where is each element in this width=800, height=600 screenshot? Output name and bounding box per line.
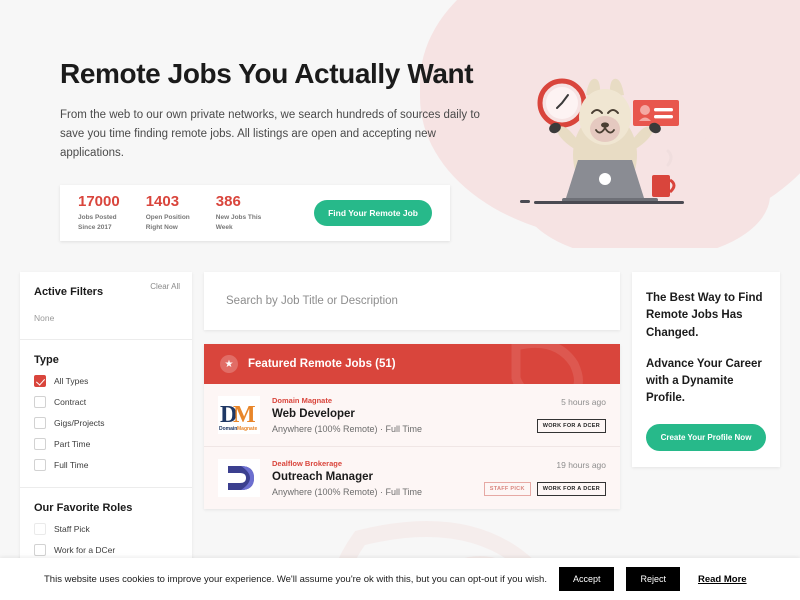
svg-text:M: M <box>233 402 256 428</box>
job-meta: Anywhere (100% Remote) · Full Time <box>272 487 423 497</box>
job-company: Dealflow Brokerage <box>272 459 343 468</box>
filter-label: Gigs/Projects <box>54 418 105 428</box>
status-badge: WORK FOR A DCER <box>536 482 606 496</box>
job-badges: STAFF PICK WORK FOR A DCER <box>483 482 606 496</box>
stat-label-line1: Open Position <box>145 214 190 222</box>
dealflow-brokerage-logo <box>218 459 260 497</box>
active-filters-section: Clear All Active Filters None <box>20 272 192 340</box>
filter-label: Contract <box>54 397 87 407</box>
checkbox-icon[interactable] <box>34 523 46 535</box>
profile-card-icon <box>633 100 679 126</box>
filters-sidebar: Clear All Active Filters None Type All T… <box>20 272 192 572</box>
reject-button[interactable]: Reject <box>626 567 680 591</box>
stat-number: 386 <box>215 192 241 210</box>
job-posted-time: 19 hours ago <box>556 460 606 470</box>
domain-magnate-logo: D M Domain Magnate <box>218 396 260 434</box>
status-badge: STAFF PICK <box>483 482 531 496</box>
page-root: Remote Jobs You Actually Want From the w… <box>0 0 800 600</box>
job-side-info: 19 hours ago STAFF PICK WORK FOR A DCER <box>476 460 606 496</box>
type-filter-title: Type <box>34 354 59 366</box>
filter-option-gigs-projects[interactable]: Gigs/Projects <box>34 417 178 429</box>
hero-subtitle: From the web to our own private networks… <box>60 109 480 160</box>
promo-panel: The Best Way to Find Remote Jobs Has Cha… <box>632 272 780 467</box>
filter-option-contract[interactable]: Contract <box>34 396 178 408</box>
stat-label-line2: Right Now <box>145 223 178 231</box>
svg-text:Magnate: Magnate <box>237 426 258 432</box>
featured-jobs-panel: ★ Featured Remote Jobs (51) D M Domain M… <box>204 344 620 509</box>
accept-button[interactable]: Accept <box>558 567 615 591</box>
main-content: Clear All Active Filters None Type All T… <box>0 248 800 600</box>
job-title: Outreach Manager <box>272 471 373 483</box>
stat-label-line1: New Jobs This <box>215 214 262 222</box>
job-results-column: ★ Featured Remote Jobs (51) D M <box>204 272 620 572</box>
hero-content: Remote Jobs You Actually Want From the w… <box>0 0 500 242</box>
hero-section: Remote Jobs You Actually Want From the w… <box>0 0 800 248</box>
stat-number: 17000 <box>78 192 120 210</box>
star-icon: ★ <box>220 355 238 373</box>
stat-new-jobs: 386 New Jobs This Week <box>215 192 262 232</box>
type-filter-section: Type All Types Contract Gigs/Projects Pa… <box>20 340 192 488</box>
checkbox-icon[interactable] <box>34 438 46 450</box>
clear-all-link[interactable]: Clear All <box>150 282 180 291</box>
featured-jobs-heading: Featured Remote Jobs (51) <box>248 358 396 370</box>
filter-label: Staff Pick <box>54 524 90 534</box>
filter-option-work-for-a-dcer[interactable]: Work for a DCer <box>34 544 178 556</box>
stat-number: 1403 <box>145 192 180 210</box>
stat-label: Jobs Posted Since 2017 <box>78 213 120 232</box>
filter-option-full-time[interactable]: Full Time <box>34 459 178 471</box>
filter-option-part-time[interactable]: Part Time <box>34 438 178 450</box>
clock-icon <box>537 78 587 128</box>
job-badges: WORK FOR A DCER <box>536 419 606 433</box>
job-info: Domain Magnate Web Developer Anywhere (1… <box>272 396 529 434</box>
laptop-icon <box>562 160 658 202</box>
favorite-roles-title: Our Favorite Roles <box>34 502 133 514</box>
stat-label: New Jobs This Week <box>216 213 262 232</box>
header-watermark-icon <box>502 344 592 384</box>
coffee-mug-icon <box>652 149 676 197</box>
promo-headline: The Best Way to Find Remote Jobs Has Cha… <box>646 292 763 339</box>
stat-open-positions: 1403 Open Position Right Now <box>145 192 190 232</box>
checkbox-icon[interactable] <box>34 544 46 556</box>
job-info: Dealflow Brokerage Outreach Manager Anyw… <box>272 459 476 497</box>
checkbox-icon[interactable] <box>34 396 46 408</box>
create-profile-button[interactable]: Create Your Profile Now <box>646 423 766 451</box>
filter-option-staff-pick[interactable]: Staff Pick <box>34 523 178 535</box>
stat-label-line1: Jobs Posted <box>78 214 117 222</box>
llama-illustration <box>520 55 750 230</box>
filter-label: Full Time <box>54 460 89 470</box>
stat-label-line2: Week <box>215 223 233 231</box>
status-badge: WORK FOR A DCER <box>536 419 606 433</box>
job-side-info: 5 hours ago WORK FOR A DCER <box>529 397 606 433</box>
checkbox-icon[interactable] <box>34 417 46 429</box>
job-meta: Anywhere (100% Remote) · Full Time <box>272 424 423 434</box>
stat-label: Open Position Right Now <box>146 213 190 232</box>
filter-label: Part Time <box>54 439 91 449</box>
search-bar[interactable] <box>204 272 620 330</box>
job-list-item[interactable]: D M Domain Magnate Domain Magnate Web De… <box>204 384 620 447</box>
cookie-consent-bar: This website uses cookies to improve you… <box>0 558 800 600</box>
job-posted-time: 5 hours ago <box>561 397 606 407</box>
stat-jobs-posted: 17000 Jobs Posted Since 2017 <box>78 192 120 232</box>
filter-label: Work for a DCer <box>54 545 116 555</box>
job-title: Web Developer <box>272 408 355 420</box>
job-list: D M Domain Magnate Domain Magnate Web De… <box>204 384 620 509</box>
job-list-item[interactable]: Dealflow Brokerage Outreach Manager Anyw… <box>204 447 620 509</box>
checkbox-icon[interactable] <box>34 459 46 471</box>
stat-label-line2: Since 2017 <box>78 223 112 231</box>
active-filters-value: None <box>34 313 55 323</box>
read-more-link[interactable]: Read More <box>698 574 747 585</box>
filter-label: All Types <box>54 376 89 386</box>
checkbox-icon[interactable] <box>34 375 46 387</box>
find-your-remote-job-button[interactable]: Find Your Remote Job <box>314 200 432 227</box>
job-company: Domain Magnate <box>272 396 333 405</box>
filter-option-all-types[interactable]: All Types <box>34 375 178 387</box>
search-input[interactable] <box>226 295 598 307</box>
featured-jobs-header: ★ Featured Remote Jobs (51) <box>204 344 620 384</box>
page-title: Remote Jobs You Actually Want <box>60 58 474 89</box>
promo-subhead: Advance Your Career with a Dynamite Prof… <box>646 357 762 405</box>
svg-text:Domain: Domain <box>219 426 237 432</box>
stats-card: 17000 Jobs Posted Since 2017 1403 Open P… <box>60 185 450 242</box>
cookie-message: This website uses cookies to improve you… <box>44 573 547 585</box>
